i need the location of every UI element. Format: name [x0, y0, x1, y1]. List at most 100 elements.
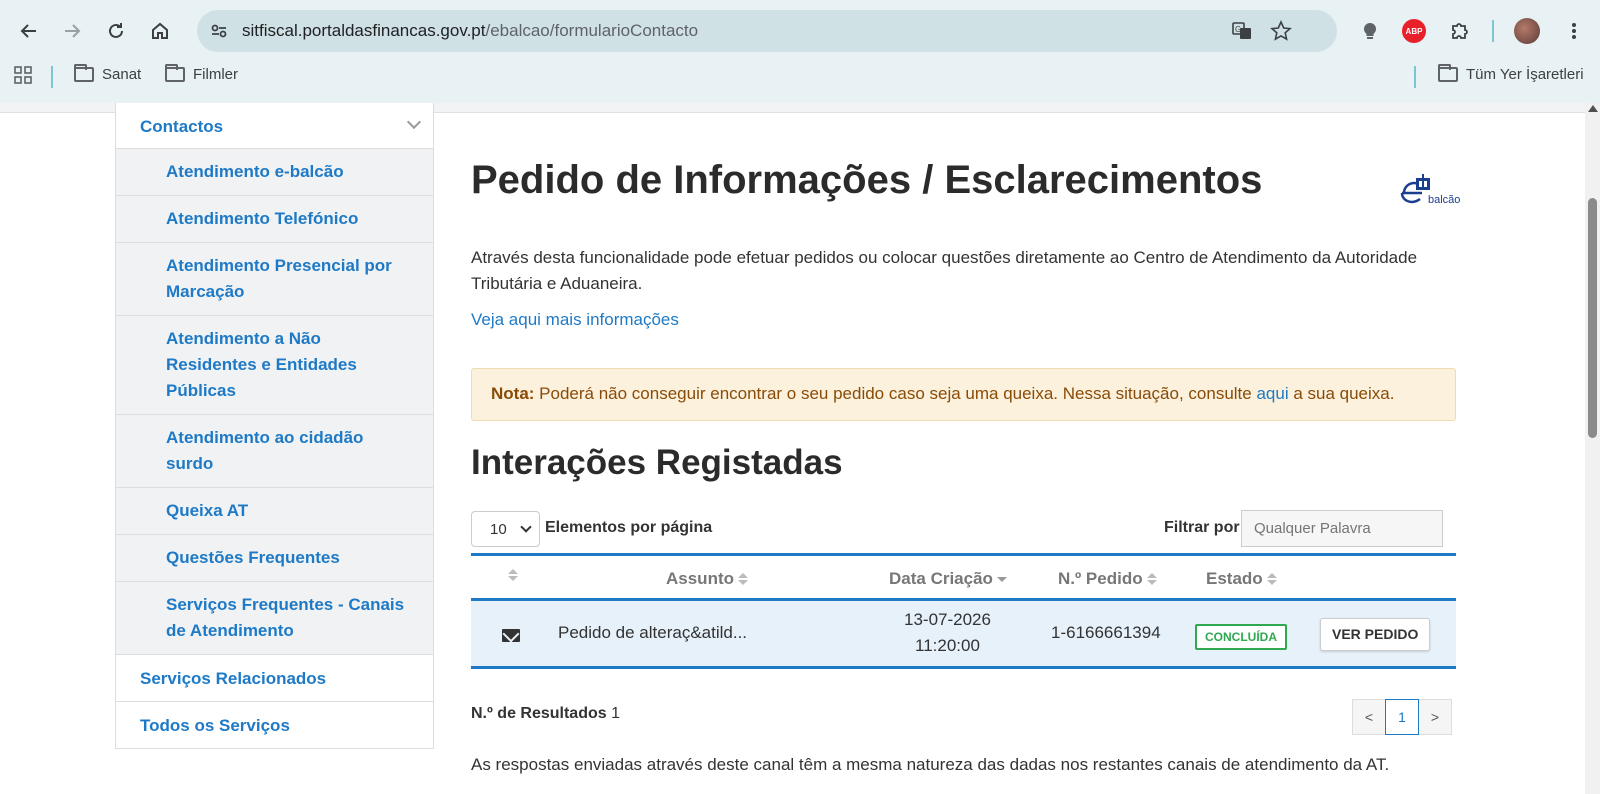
apps-grid-icon[interactable] [14, 66, 32, 84]
pagination-prev[interactable]: < [1352, 699, 1386, 735]
per-page-label: Elementos por página [545, 519, 713, 536]
scroll-thumb[interactable] [1588, 198, 1597, 438]
filter-label: Filtrar por [1164, 519, 1240, 536]
sort-icon [738, 573, 748, 585]
sidebar-nav: Contactos Atendimento e-balcão Atendimen… [115, 103, 434, 749]
bookmark-label: Sanat [102, 66, 142, 83]
reload-icon[interactable] [102, 17, 130, 45]
table-header: Assunto Data Criação N.º Pedido Estado [471, 553, 1456, 601]
browser-chrome: sitfiscal.portaldasfinancas.gov.pt/ebalc… [0, 0, 1600, 103]
sidebar-item-telefonico[interactable]: Atendimento Telefónico [116, 196, 433, 243]
footer-note: As respostas enviadas através deste cana… [471, 755, 1390, 774]
folder-icon [74, 64, 94, 82]
results-label: N.º de Resultados [471, 705, 607, 722]
abp-badge: ABP [1402, 19, 1426, 43]
column-header-data-criacao[interactable]: Data Criação [889, 569, 1007, 589]
folder-icon [165, 64, 185, 82]
ebalcao-logo: balcão [1396, 171, 1466, 211]
back-icon[interactable] [15, 17, 43, 45]
bookmarks-separator [1414, 66, 1416, 88]
page-title: Pedido de Informações / Esclarecimentos [471, 158, 1263, 202]
sidebar-item-queixa-at[interactable]: Queixa AT [116, 488, 433, 535]
status-badge: CONCLUÍDA [1195, 624, 1287, 650]
column-header-label: Assunto [666, 569, 734, 588]
note-text: Poderá não conseguir encontrar o seu ped… [534, 384, 1257, 403]
sort-icon [508, 569, 518, 581]
all-bookmarks-label: Tüm Yer İşaretleri [1466, 66, 1584, 83]
column-header-label: Estado [1206, 569, 1263, 588]
adblock-plus-icon[interactable]: ABP [1400, 17, 1428, 45]
filter-input[interactable] [1241, 510, 1443, 547]
bookmarks-bar: Sanat Filmler Tüm Yer İşaretleri [0, 62, 1600, 92]
page-scrollbar[interactable] [1585, 103, 1600, 794]
cell-request-number: 1-6166661394 [1051, 623, 1161, 642]
sort-desc-icon [996, 576, 1007, 582]
profile-avatar[interactable] [1513, 17, 1541, 45]
chevron-down-icon [406, 114, 422, 130]
column-header-estado[interactable]: Estado [1206, 569, 1277, 589]
page-size-select[interactable]: 10 [471, 511, 540, 547]
column-header-assunto[interactable]: Assunto [666, 569, 748, 589]
bookmarks-separator [51, 66, 53, 88]
url-text: sitfiscal.portaldasfinancas.gov.pt/ebalc… [242, 21, 698, 41]
sidebar-item-ebalcao[interactable]: Atendimento e-balcão [116, 149, 433, 196]
intro-paragraph: Através desta funcionalidade pode efetua… [471, 248, 1418, 293]
bookmark-star-icon[interactable] [1269, 19, 1293, 43]
translate-icon[interactable]: G [1230, 19, 1254, 43]
pagination: < 1 > [1352, 699, 1452, 735]
bookmark-label: Filmler [193, 66, 238, 83]
cell-time: 11:20:00 [915, 636, 980, 655]
ebalcao-logo-text: balcão [1428, 194, 1461, 206]
extensions-puzzle-icon[interactable] [1446, 17, 1474, 45]
section-title: Interações Registadas [471, 443, 843, 482]
sidebar-item-servicos-relacionados[interactable]: Serviços Relacionados [116, 655, 433, 702]
sidebar-item-cidadao-surdo[interactable]: Atendimento ao cidadão surdo [116, 415, 433, 488]
sidebar-item-servicos-frequentes[interactable]: Serviços Frequentes - Canais de Atendime… [116, 582, 433, 655]
note-alert: Nota: Poderá não conseguir encontrar o s… [471, 368, 1456, 421]
sort-icon-column[interactable] [508, 569, 518, 581]
url-host: sitfiscal.portaldasfinancas.gov.pt [242, 21, 486, 40]
all-bookmarks-folder[interactable]: Tüm Yer İşaretleri [1438, 64, 1584, 83]
table-row[interactable]: Pedido de alteraç&atild... 13-07-2026 11… [471, 601, 1456, 669]
toolbar-separator [1492, 20, 1494, 42]
note-link-aqui[interactable]: aqui [1256, 384, 1288, 403]
sidebar-item-todos-servicos[interactable]: Todos os Serviços [116, 702, 433, 749]
note-text-end: a sua queixa. [1288, 384, 1395, 403]
view-request-button[interactable]: VER PEDIDO [1320, 618, 1431, 651]
avatar [1514, 18, 1540, 44]
page-content: Contactos Atendimento e-balcão Atendimen… [0, 103, 1585, 794]
cell-subject: Pedido de alteraç&atild... [558, 623, 748, 642]
scroll-up-arrow-icon[interactable] [1588, 105, 1598, 112]
svg-text:G: G [1235, 25, 1241, 34]
bookmark-folder-sanat[interactable]: Sanat [74, 64, 142, 83]
column-header-label: N.º Pedido [1058, 569, 1143, 588]
results-value: 1 [611, 705, 621, 722]
sidebar-item-questoes-frequentes[interactable]: Questões Frequentes [116, 535, 433, 582]
chevron-down-icon [520, 521, 532, 533]
column-header-n-pedido[interactable]: N.º Pedido [1058, 569, 1157, 589]
sidebar-item-nao-residentes[interactable]: Atendimento a Não Residentes e Entidades… [116, 316, 433, 415]
sidebar-section-label: Contactos [140, 117, 224, 136]
browser-toolbar: sitfiscal.portaldasfinancas.gov.pt/ebalc… [0, 0, 1600, 62]
lightbulb-extension-icon[interactable] [1356, 17, 1384, 45]
folder-icon [1438, 64, 1458, 82]
envelope-icon [502, 629, 520, 642]
address-bar[interactable]: sitfiscal.portaldasfinancas.gov.pt/ebalc… [197, 10, 1337, 52]
url-path: /ebalcao/formularioContacto [485, 21, 699, 40]
pagination-page-1[interactable]: 1 [1385, 699, 1419, 735]
sidebar-item-presencial[interactable]: Atendimento Presencial por Marcação [116, 243, 433, 316]
menu-kebab-icon[interactable] [1560, 17, 1588, 45]
site-settings-icon[interactable] [207, 19, 231, 43]
sort-icon [1146, 573, 1157, 585]
home-icon[interactable] [146, 17, 174, 45]
interactions-table: Assunto Data Criação N.º Pedido Estado P… [471, 553, 1456, 669]
bookmark-folder-filmler[interactable]: Filmler [165, 64, 238, 83]
more-info-link[interactable]: Veja aqui mais informações [471, 310, 679, 330]
forward-icon[interactable] [58, 17, 86, 45]
results-count: N.º de Resultados 1 [471, 705, 620, 723]
column-header-label: Data Criação [889, 569, 993, 588]
sidebar-section-contactos[interactable]: Contactos [116, 103, 433, 149]
pagination-next[interactable]: > [1418, 699, 1452, 735]
page-size-value: 10 [490, 521, 507, 538]
sort-icon [1266, 573, 1277, 585]
